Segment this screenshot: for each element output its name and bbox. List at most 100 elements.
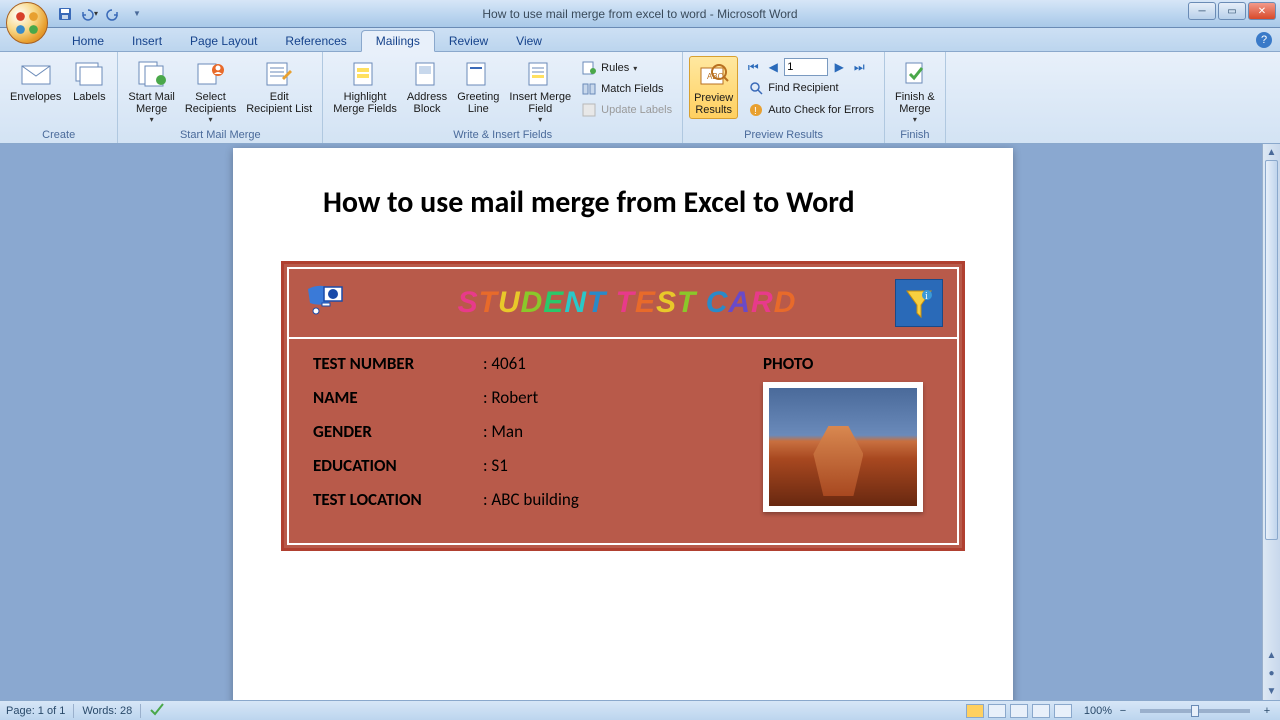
workspace: How to use mail merge from Excel to Word… — [0, 144, 1280, 700]
previous-page-button[interactable]: ▲ — [1263, 646, 1280, 664]
highlight-merge-fields-button[interactable]: Highlight Merge Fields — [329, 56, 401, 117]
envelopes-button[interactable]: Envelopes — [6, 56, 65, 105]
update-labels-icon — [581, 102, 597, 118]
edit-list-icon — [263, 58, 295, 90]
ribbon: Envelopes Labels Create Start Mail Merge… — [0, 52, 1280, 144]
envelope-icon — [20, 58, 52, 90]
finish-merge-button[interactable]: Finish & Merge▾ — [891, 56, 939, 126]
finish-icon — [899, 58, 931, 90]
labels-button[interactable]: Labels — [67, 56, 111, 105]
insert-merge-field-button[interactable]: Insert Merge Field▾ — [505, 56, 575, 126]
match-icon — [581, 81, 597, 97]
card-logo-icon — [303, 278, 359, 328]
card-title: STUDENT TEST CARD — [458, 286, 797, 320]
tab-home[interactable]: Home — [58, 31, 118, 51]
rules-button[interactable]: Rules ▾ — [577, 58, 676, 78]
rules-icon — [581, 60, 597, 76]
find-icon — [748, 80, 764, 96]
tab-insert[interactable]: Insert — [118, 31, 176, 51]
titlebar: ▾ ▼ How to use mail merge from excel to … — [0, 0, 1280, 28]
preview-results-button[interactable]: ABC Preview Results — [689, 56, 738, 119]
page-indicator[interactable]: Page: 1 of 1 — [6, 705, 65, 717]
outline-view-button[interactable] — [1032, 704, 1050, 718]
preview-icon: ABC — [698, 59, 730, 91]
student-card: STUDENT TEST CARD i TEST NUMBER: 4061 NA… — [281, 261, 965, 551]
record-number-input[interactable] — [784, 58, 828, 76]
tab-page-layout[interactable]: Page Layout — [176, 31, 271, 51]
save-icon[interactable] — [56, 5, 74, 23]
group-create: Envelopes Labels Create — [0, 52, 118, 143]
tab-references[interactable]: References — [271, 31, 360, 51]
proofing-icon[interactable] — [149, 702, 165, 719]
office-button[interactable] — [6, 2, 48, 44]
ribbon-tabs: Home Insert Page Layout References Maili… — [0, 28, 1280, 52]
undo-icon[interactable]: ▾ — [80, 5, 98, 23]
group-preview-results: ABC Preview Results ⏮ ◀ ▶ ⏭ Find Recipie… — [683, 52, 885, 143]
browse-object-button[interactable]: ● — [1263, 664, 1280, 682]
scrollbar-thumb[interactable] — [1265, 160, 1278, 540]
minimize-button[interactable]: ─ — [1188, 2, 1216, 20]
svg-text:ABC: ABC — [707, 72, 724, 81]
help-icon[interactable]: ? — [1256, 32, 1272, 48]
full-screen-view-button[interactable] — [988, 704, 1006, 718]
web-layout-view-button[interactable] — [1010, 704, 1028, 718]
update-labels-button: Update Labels — [577, 100, 676, 120]
funnel-icon: i — [895, 279, 943, 327]
word-count[interactable]: Words: 28 — [82, 705, 132, 717]
recipients-icon — [195, 58, 227, 90]
svg-text:!: ! — [754, 106, 757, 117]
svg-text:i: i — [925, 291, 928, 302]
tab-view[interactable]: View — [502, 31, 556, 51]
zoom-level[interactable]: 100% — [1084, 705, 1112, 717]
address-block-button[interactable]: Address Block — [403, 56, 451, 117]
greeting-icon — [462, 58, 494, 90]
vertical-scrollbar[interactable]: ▲ ▲ ● ▼ — [1262, 144, 1280, 700]
match-fields-button[interactable]: Match Fields — [577, 79, 676, 99]
document-heading: How to use mail merge from Excel to Word — [263, 184, 983, 221]
group-start-mail-merge: Start Mail Merge▾ Select Recipients▾ Edi… — [118, 52, 323, 143]
last-record-button[interactable]: ⏭ — [850, 58, 868, 76]
card-body: TEST NUMBER: 4061 NAME: Robert GENDER: M… — [289, 339, 957, 543]
first-record-button[interactable]: ⏮ — [744, 58, 762, 76]
previous-record-button[interactable]: ◀ — [764, 58, 782, 76]
edit-recipient-list-button[interactable]: Edit Recipient List — [242, 56, 316, 117]
group-finish: Finish & Merge▾ Finish — [885, 52, 946, 143]
address-icon — [411, 58, 443, 90]
field-row: EDUCATION: S1 — [313, 455, 723, 476]
group-write-insert: Highlight Merge Fields Address Block Gre… — [323, 52, 683, 143]
page: How to use mail merge from Excel to Word… — [233, 148, 1013, 700]
zoom-in-button[interactable]: + — [1260, 705, 1274, 717]
document-area[interactable]: How to use mail merge from Excel to Word… — [0, 144, 1262, 700]
select-recipients-button[interactable]: Select Recipients▾ — [181, 56, 240, 126]
qat-customize-icon[interactable]: ▼ — [128, 5, 146, 23]
photo-image — [769, 388, 917, 506]
card-photo-column: PHOTO — [763, 353, 933, 523]
start-merge-icon — [136, 58, 168, 90]
greeting-line-button[interactable]: Greeting Line — [453, 56, 503, 117]
window-title: How to use mail merge from excel to word… — [0, 7, 1280, 21]
quick-access-toolbar: ▾ ▼ — [56, 5, 146, 23]
tab-mailings[interactable]: Mailings — [361, 30, 435, 52]
print-layout-view-button[interactable] — [966, 704, 984, 718]
zoom-slider[interactable] — [1140, 709, 1250, 713]
field-row: GENDER: Man — [313, 421, 723, 442]
scroll-up-icon[interactable]: ▲ — [1263, 144, 1280, 160]
check-icon: ! — [748, 102, 764, 118]
highlight-icon — [349, 58, 381, 90]
statusbar: Page: 1 of 1 Words: 28 100% − + — [0, 700, 1280, 720]
auto-check-errors-button[interactable]: !Auto Check for Errors — [744, 100, 878, 120]
start-mail-merge-button[interactable]: Start Mail Merge▾ — [124, 56, 178, 126]
redo-icon[interactable] — [104, 5, 122, 23]
zoom-out-button[interactable]: − — [1116, 705, 1130, 717]
tab-review[interactable]: Review — [435, 31, 502, 51]
field-row: NAME: Robert — [313, 387, 723, 408]
maximize-button[interactable]: ▭ — [1218, 2, 1246, 20]
find-recipient-button[interactable]: Find Recipient — [744, 78, 878, 98]
next-record-button[interactable]: ▶ — [830, 58, 848, 76]
merge-field-icon — [524, 58, 556, 90]
field-row: TEST NUMBER: 4061 — [313, 353, 723, 374]
draft-view-button[interactable] — [1054, 704, 1072, 718]
window-controls: ─ ▭ ✕ — [1188, 2, 1276, 20]
close-button[interactable]: ✕ — [1248, 2, 1276, 20]
next-page-button[interactable]: ▼ — [1263, 682, 1280, 700]
